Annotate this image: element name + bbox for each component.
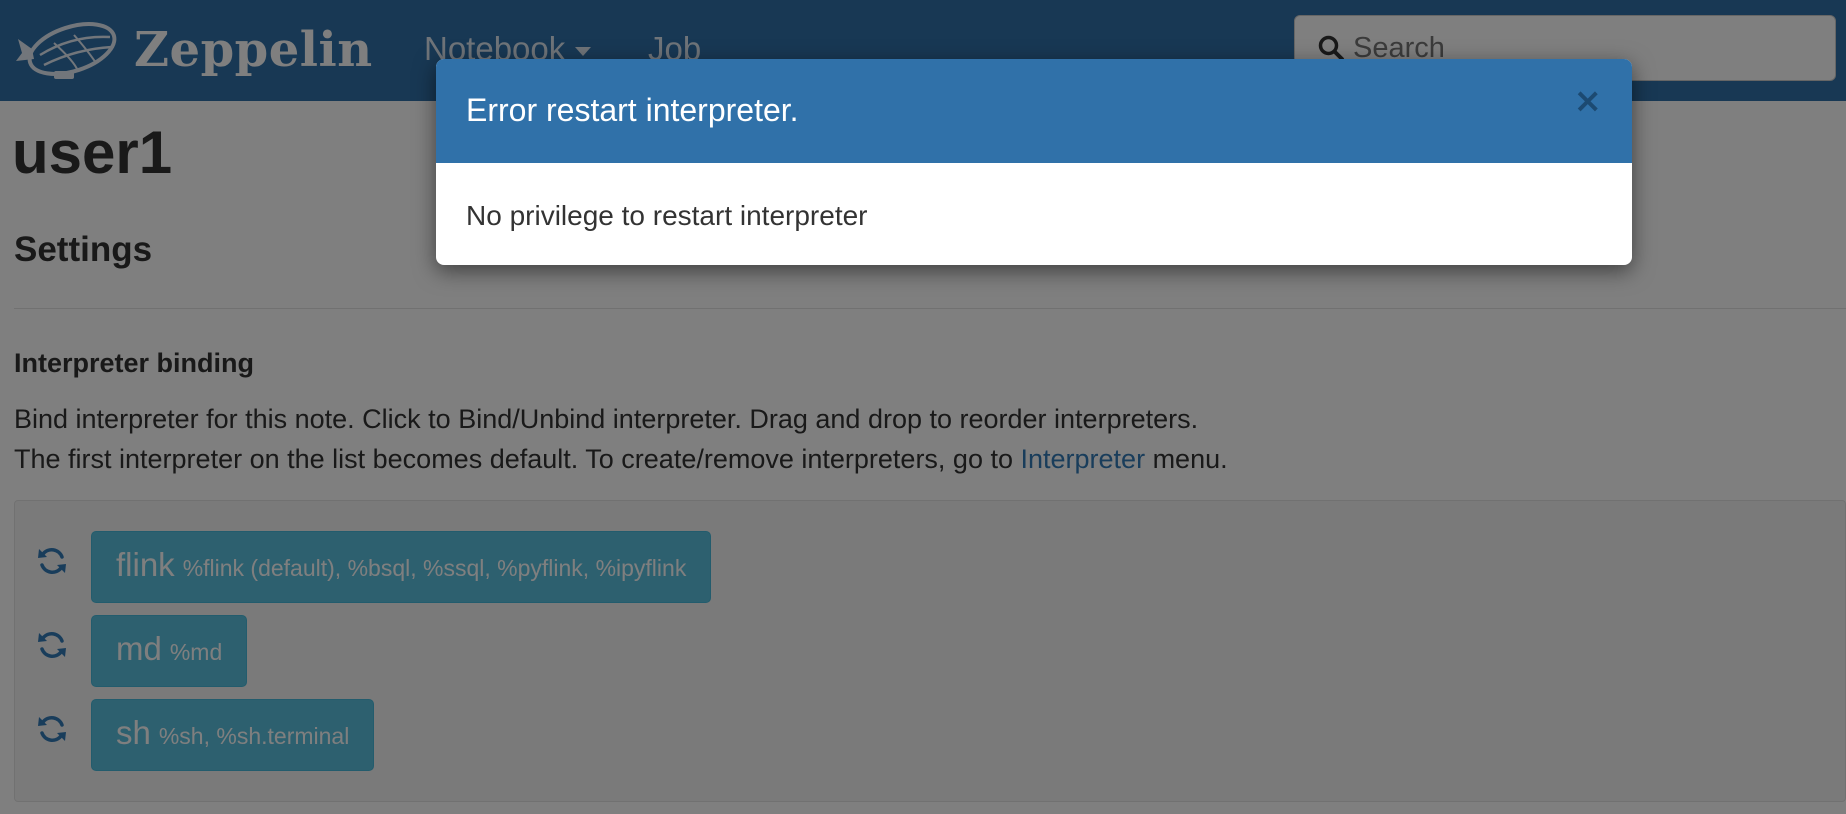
dialog-message: No privilege to restart interpreter [466,200,868,231]
dialog-title: Error restart interpreter. [466,92,799,128]
close-icon[interactable]: × [1574,84,1603,118]
error-dialog: Error restart interpreter. × No privileg… [436,59,1632,265]
dialog-header: Error restart interpreter. × [436,59,1632,163]
